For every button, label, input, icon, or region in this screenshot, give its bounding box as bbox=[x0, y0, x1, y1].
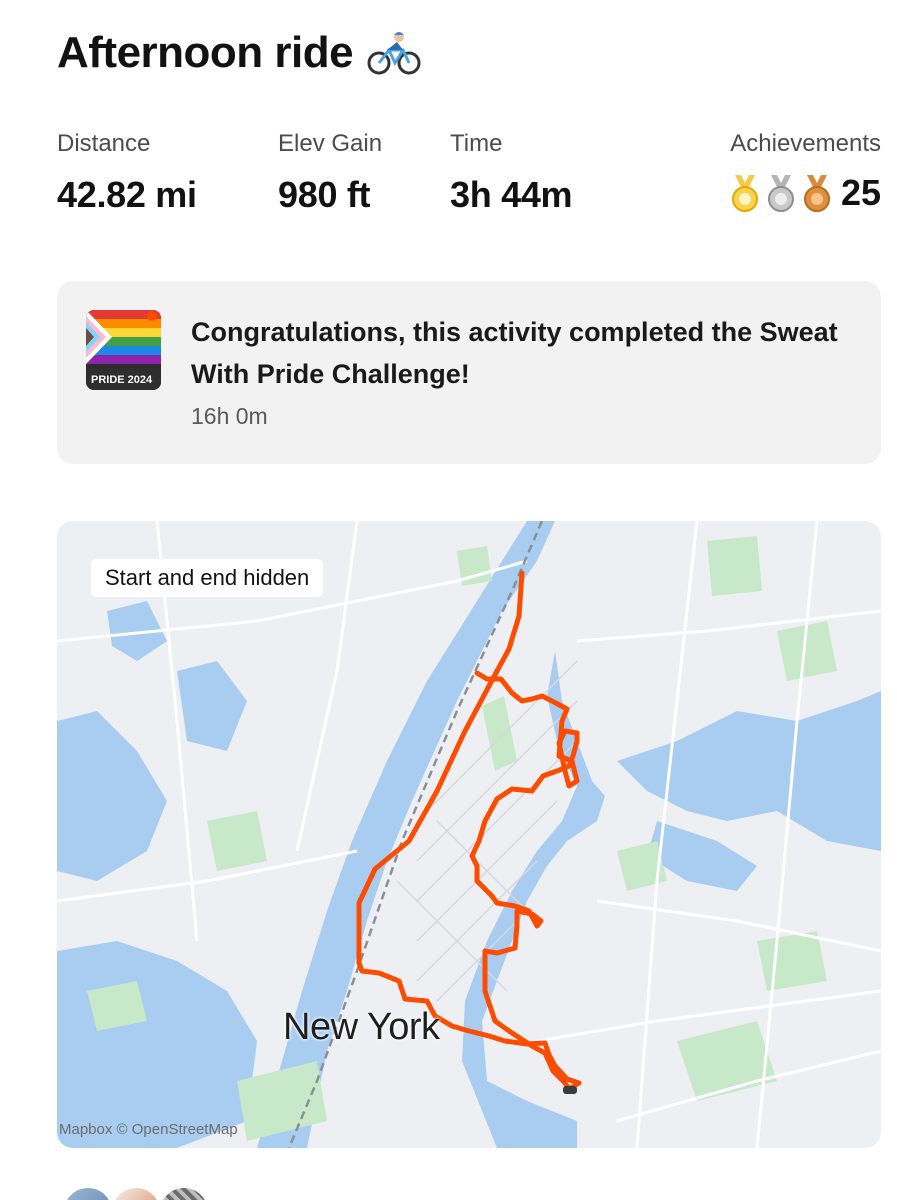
pride-2024-badge: PRIDE 2024 bbox=[86, 310, 161, 390]
avatar-2[interactable] bbox=[110, 1186, 162, 1200]
stat-elev-gain-label: Elev Gain bbox=[278, 130, 383, 157]
badge-text: PRIDE 2024 bbox=[91, 374, 153, 386]
challenge-time-ago: 16h 0m bbox=[191, 403, 268, 429]
challenge-message: Congratulations, this activity completed… bbox=[191, 317, 838, 389]
privacy-label: Start and end hidden bbox=[91, 559, 324, 597]
activity-stats: Distance 42.82 mi Elev Gain 980 ft Time … bbox=[57, 130, 881, 220]
cyclist-icon bbox=[367, 32, 421, 75]
route-map[interactable]: Start and end hidden New York Mapbox © O… bbox=[57, 521, 881, 1148]
stat-time-label: Time bbox=[450, 130, 503, 157]
challenge-card[interactable]: PRIDE 2024 Congratulations, this activit… bbox=[57, 281, 881, 464]
gold-medal-icon bbox=[731, 175, 758, 212]
stat-achievements-label: Achievements bbox=[730, 130, 881, 157]
map-canvas bbox=[57, 521, 881, 1148]
route-end-marker bbox=[563, 1086, 577, 1094]
stat-elev-gain-value: 980 ft bbox=[278, 174, 371, 215]
stat-distance-value: 42.82 mi bbox=[57, 174, 197, 215]
achievements-count: 25 bbox=[840, 172, 881, 213]
stat-achievements[interactable]: Achievements 25 bbox=[729, 130, 881, 214]
stat-distance-label: Distance bbox=[57, 130, 151, 157]
avatar-1[interactable] bbox=[62, 1186, 114, 1200]
silver-medal-icon bbox=[767, 175, 794, 212]
avatar-3[interactable] bbox=[158, 1186, 210, 1200]
activity-title: Afternoon ride bbox=[57, 28, 421, 78]
bronze-medal-icon bbox=[803, 175, 830, 212]
stat-time-value: 3h 44m bbox=[450, 174, 573, 215]
map-city-label: New York bbox=[283, 1006, 440, 1048]
map-attribution[interactable]: Mapbox © OpenStreetMap bbox=[59, 1121, 238, 1138]
kudos-avatars[interactable] bbox=[62, 1186, 222, 1200]
stat-time: Time 3h 44m bbox=[450, 130, 573, 216]
stat-distance: Distance 42.82 mi bbox=[57, 130, 197, 216]
activity-title-text: Afternoon ride bbox=[57, 28, 354, 77]
stat-elev-gain: Elev Gain 980 ft bbox=[278, 130, 382, 216]
